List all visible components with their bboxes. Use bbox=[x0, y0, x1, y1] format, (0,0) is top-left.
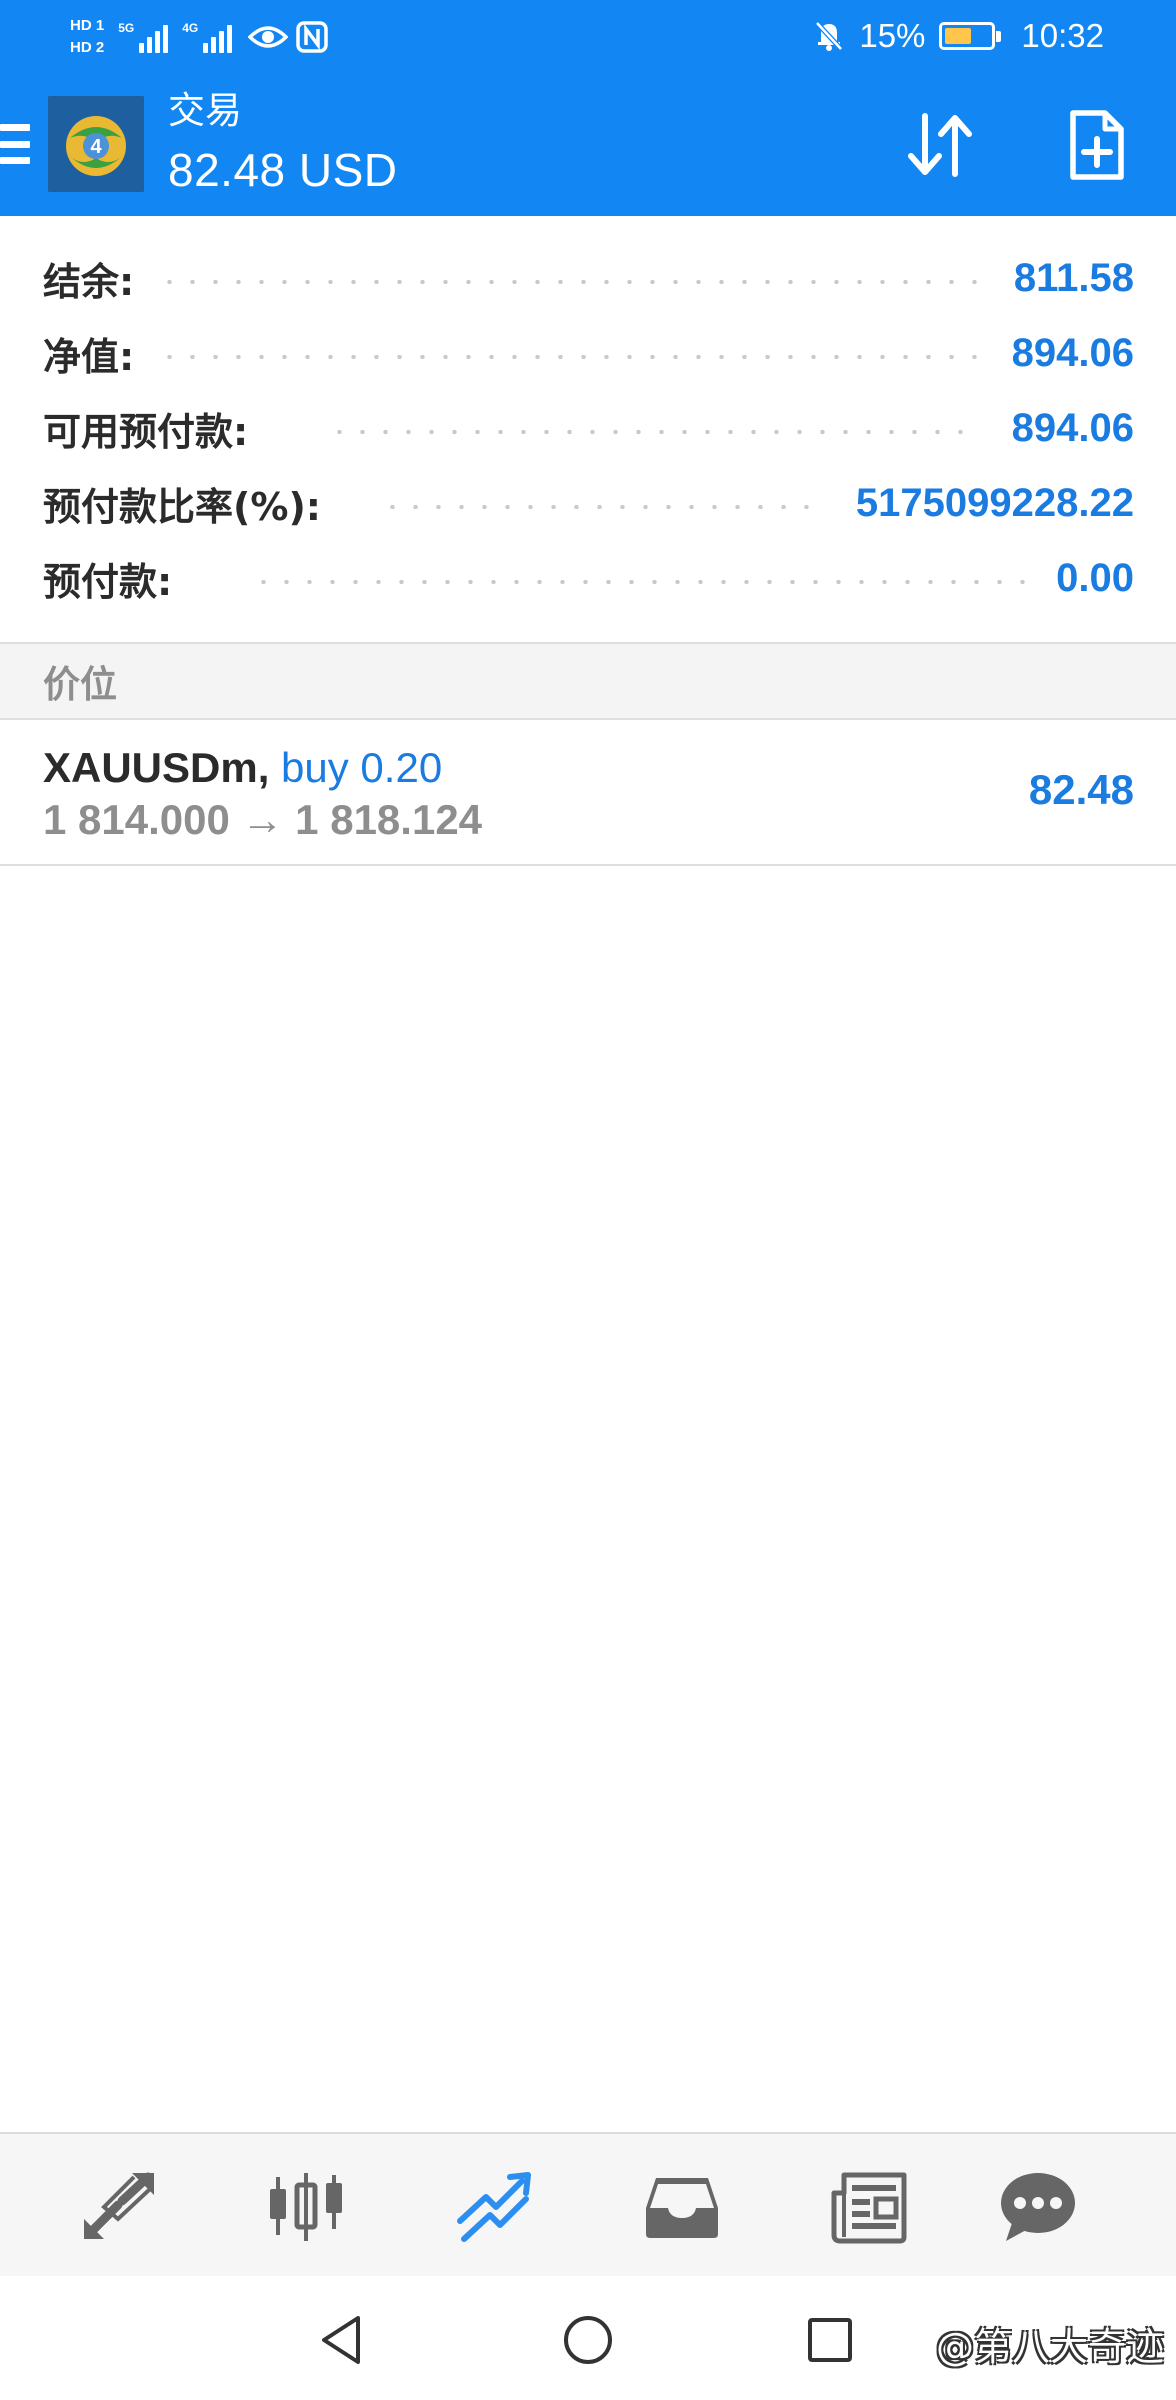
clock: 10:32 bbox=[1021, 17, 1104, 54]
margin-level-row: 预付款比率(%): 5175099228.22 bbox=[0, 475, 1176, 531]
status-bar: HD 1 HD 2 5G 4G 15% 10:32 bbox=[0, 0, 1176, 72]
hd-indicators: HD 1 HD 2 bbox=[70, 17, 104, 57]
position-row[interactable]: XAUUSDm, buy 0.20 1 814.000 → 1 818.124 … bbox=[0, 720, 1176, 864]
free-margin-label: 可用预付款: bbox=[43, 409, 249, 454]
chat-icon bbox=[1001, 2173, 1075, 2241]
nav-history[interactable] bbox=[634, 2162, 730, 2252]
margin-row: 预付款: 0.00 bbox=[0, 550, 1176, 606]
hd2-indicator: HD 2 bbox=[70, 39, 105, 56]
trade-icon bbox=[457, 2172, 531, 2242]
position-profit: 82.48 bbox=[1028, 766, 1134, 813]
equity-value: 894.06 bbox=[1011, 330, 1134, 375]
news-icon bbox=[831, 2172, 907, 2244]
system-back-button[interactable] bbox=[302, 2300, 382, 2380]
network-type-2: 4G bbox=[182, 21, 199, 35]
positions-section-header: 价位 bbox=[0, 644, 1176, 718]
equity-row: 净值: 894.06 bbox=[0, 325, 1176, 381]
new-document-icon bbox=[1070, 110, 1124, 180]
mute-bell-icon bbox=[815, 21, 844, 51]
app-bar: 4 交易 82.48 USD bbox=[0, 72, 1176, 216]
nav-trade[interactable] bbox=[446, 2162, 542, 2252]
margin-value: 0.00 bbox=[1056, 555, 1134, 600]
bottom-navigation bbox=[0, 2132, 1176, 2276]
margin-level-value: 5175099228.22 bbox=[855, 480, 1134, 525]
dotted-leader bbox=[158, 280, 990, 284]
dotted-leader bbox=[381, 505, 826, 509]
nav-chart[interactable] bbox=[258, 2162, 354, 2252]
svg-text:4: 4 bbox=[90, 136, 102, 158]
position-symbol: XAUUSDm, bbox=[43, 744, 270, 791]
nav-quotes[interactable] bbox=[70, 2162, 166, 2252]
dotted-leader bbox=[328, 430, 972, 434]
section-title: 价位 bbox=[43, 663, 117, 706]
position-prices: 1 814.000 → 1 818.124 bbox=[43, 796, 483, 843]
home-circle-icon bbox=[564, 2316, 612, 2364]
history-icon bbox=[646, 2178, 718, 2238]
margin-label: 预付款: bbox=[43, 559, 173, 604]
battery-percent: 15% bbox=[859, 17, 926, 54]
position-title: XAUUSDm, buy 0.20 bbox=[43, 742, 442, 794]
eye-icon bbox=[248, 26, 289, 48]
nav-chat[interactable] bbox=[990, 2162, 1086, 2252]
account-summary: 结余: 811.58 净值: 894.06 可用预付款: 894.06 预付款比… bbox=[0, 216, 1176, 606]
battery-icon bbox=[939, 22, 1002, 50]
app-logo: 4 bbox=[48, 96, 144, 192]
divider bbox=[0, 864, 1176, 866]
chart-icon bbox=[270, 2173, 342, 2241]
sort-button[interactable] bbox=[896, 100, 986, 190]
quotes-icon bbox=[84, 2172, 154, 2239]
position-direction: buy 0.20 bbox=[281, 744, 443, 791]
recents-square-icon bbox=[808, 2318, 852, 2362]
network-type-1: 5G bbox=[118, 21, 135, 35]
signal-icon-1: 5G bbox=[118, 21, 169, 53]
account-profit-summary: 82.48 USD bbox=[168, 144, 398, 196]
signal-icon-2: 4G bbox=[182, 21, 233, 53]
balance-row: 结余: 811.58 bbox=[0, 250, 1176, 306]
dotted-leader bbox=[158, 355, 988, 359]
free-margin-row: 可用预付款: 894.06 bbox=[0, 400, 1176, 456]
sort-arrows-icon bbox=[908, 113, 972, 177]
nav-news[interactable] bbox=[822, 2162, 918, 2252]
menu-icon[interactable] bbox=[0, 124, 30, 164]
dotted-leader bbox=[252, 580, 1037, 584]
margin-level-label: 预付款比率(%): bbox=[43, 484, 322, 529]
nfc-icon bbox=[296, 21, 328, 53]
system-recents-button[interactable] bbox=[790, 2300, 870, 2380]
free-margin-value: 894.06 bbox=[1011, 405, 1134, 450]
equity-label: 净值: bbox=[43, 334, 135, 379]
new-order-button[interactable] bbox=[1052, 100, 1142, 190]
back-triangle-icon bbox=[322, 2316, 360, 2364]
status-icons-left: HD 1 HD 2 5G 4G bbox=[70, 8, 328, 66]
system-home-button[interactable] bbox=[548, 2300, 628, 2380]
page-title: 交易 bbox=[168, 90, 242, 131]
system-navigation: @第八大奇迹 bbox=[0, 2276, 1176, 2400]
balance-label: 结余: bbox=[43, 259, 135, 304]
balance-value: 811.58 bbox=[1013, 255, 1134, 300]
watermark: @第八大奇迹 bbox=[935, 2325, 1164, 2369]
status-icons-right: 15% 10:32 bbox=[813, 0, 1104, 72]
hd1-indicator: HD 1 bbox=[70, 17, 105, 34]
